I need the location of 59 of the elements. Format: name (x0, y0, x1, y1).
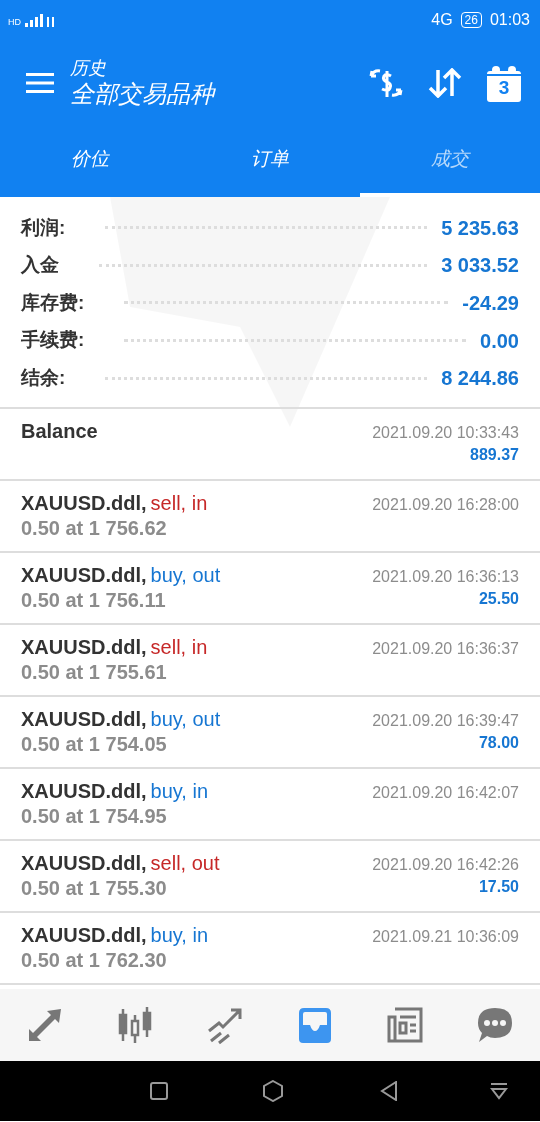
deal-time: 2021.09.21 10:36:09 (372, 926, 519, 947)
deal-time: 2021.09.20 16:28:00 (372, 494, 519, 515)
sort-icon[interactable] (428, 67, 462, 98)
summary-value: 8 244.86 (441, 366, 519, 392)
summary-value: 3 033.52 (441, 253, 519, 279)
deal-profit: 889.37 (469, 444, 519, 465)
deal-time: 2021.09.20 16:36:13 (372, 566, 519, 587)
deal-time: 2021.09.20 16:36:37 (372, 638, 519, 659)
summary-label: 利润: (21, 215, 66, 240)
back-icon[interactable] (380, 1080, 398, 1101)
menu-icon[interactable] (26, 71, 54, 94)
deal-symbol: XAUUSD.ddl, (21, 562, 147, 588)
deal-volume-price: 0.50 at 1 755.30 (21, 875, 168, 901)
deal-action: buy, out (150, 562, 221, 588)
tab[interactable]: 成交 (360, 125, 540, 197)
deal-symbol: XAUUSD.ddl, (21, 778, 147, 804)
deal-action: buy, out (150, 706, 221, 732)
summary-value: 0.00 (480, 328, 519, 354)
deal-time: 2021.09.20 16:42:26 (372, 854, 519, 875)
tab[interactable]: 订单 (180, 125, 360, 197)
deal-profit: 17.50 (477, 876, 519, 897)
summary-label: 结余: (21, 365, 66, 390)
deal-action: buy, in (150, 922, 208, 948)
battery-indicator: 26 (460, 12, 482, 28)
home-icon[interactable] (262, 1079, 284, 1102)
deal-symbol: XAUUSD.ddl, (21, 922, 147, 948)
deal-symbol: XAUUSD.ddl, (21, 706, 147, 732)
notification-toggle-icon[interactable] (490, 1081, 508, 1100)
deal-volume-price: 0.50 at 1 756.11 (21, 587, 167, 613)
deal-symbol: XAUUSD.ddl, (21, 490, 147, 516)
deal-symbol: XAUUSD.ddl, (21, 850, 147, 876)
deal-volume-price: 0.50 at 1 756.62 (21, 515, 168, 541)
screen-title: 历史 (70, 56, 107, 79)
deal-profit: 78.00 (477, 732, 519, 753)
network-label: 4G (431, 10, 453, 30)
summary-value: -24.29 (462, 291, 519, 316)
deal-volume-price: 0.50 at 1 754.05 (21, 731, 168, 757)
deal-profit: 25.50 (477, 588, 519, 609)
summary-value: 5 235.63 (441, 215, 519, 241)
deal-action: sell, in (150, 634, 208, 660)
signal-label: HD (8, 18, 21, 27)
deal-action: sell, in (150, 490, 208, 516)
deal-action: sell, out (150, 850, 220, 876)
deal-symbol: XAUUSD.ddl, (21, 634, 147, 660)
deal-time: 2021.09.20 16:42:07 (372, 782, 519, 803)
deal-volume-price: 0.50 at 1 755.61 (21, 659, 168, 685)
recent-apps-icon[interactable] (150, 1081, 168, 1100)
deal-volume-price: 0.50 at 1 762.30 (21, 947, 168, 973)
deal-time: 2021.09.20 10:33:43 (372, 422, 519, 443)
summary-label: 手续费: (21, 328, 85, 353)
summary-label: 入金 (21, 253, 59, 278)
deal-type: Balance (21, 418, 98, 444)
clock: 01:03 (489, 10, 530, 30)
deal-action: buy, in (150, 778, 208, 804)
symbol-filter-title[interactable]: 全部交易品种 (70, 78, 368, 109)
deal-time: 2021.09.20 16:39:47 (372, 710, 519, 731)
tab[interactable]: 价位 (0, 125, 180, 197)
summary-label: 库存费: (21, 290, 85, 315)
deal-volume-price: 0.50 at 1 754.95 (21, 803, 168, 829)
